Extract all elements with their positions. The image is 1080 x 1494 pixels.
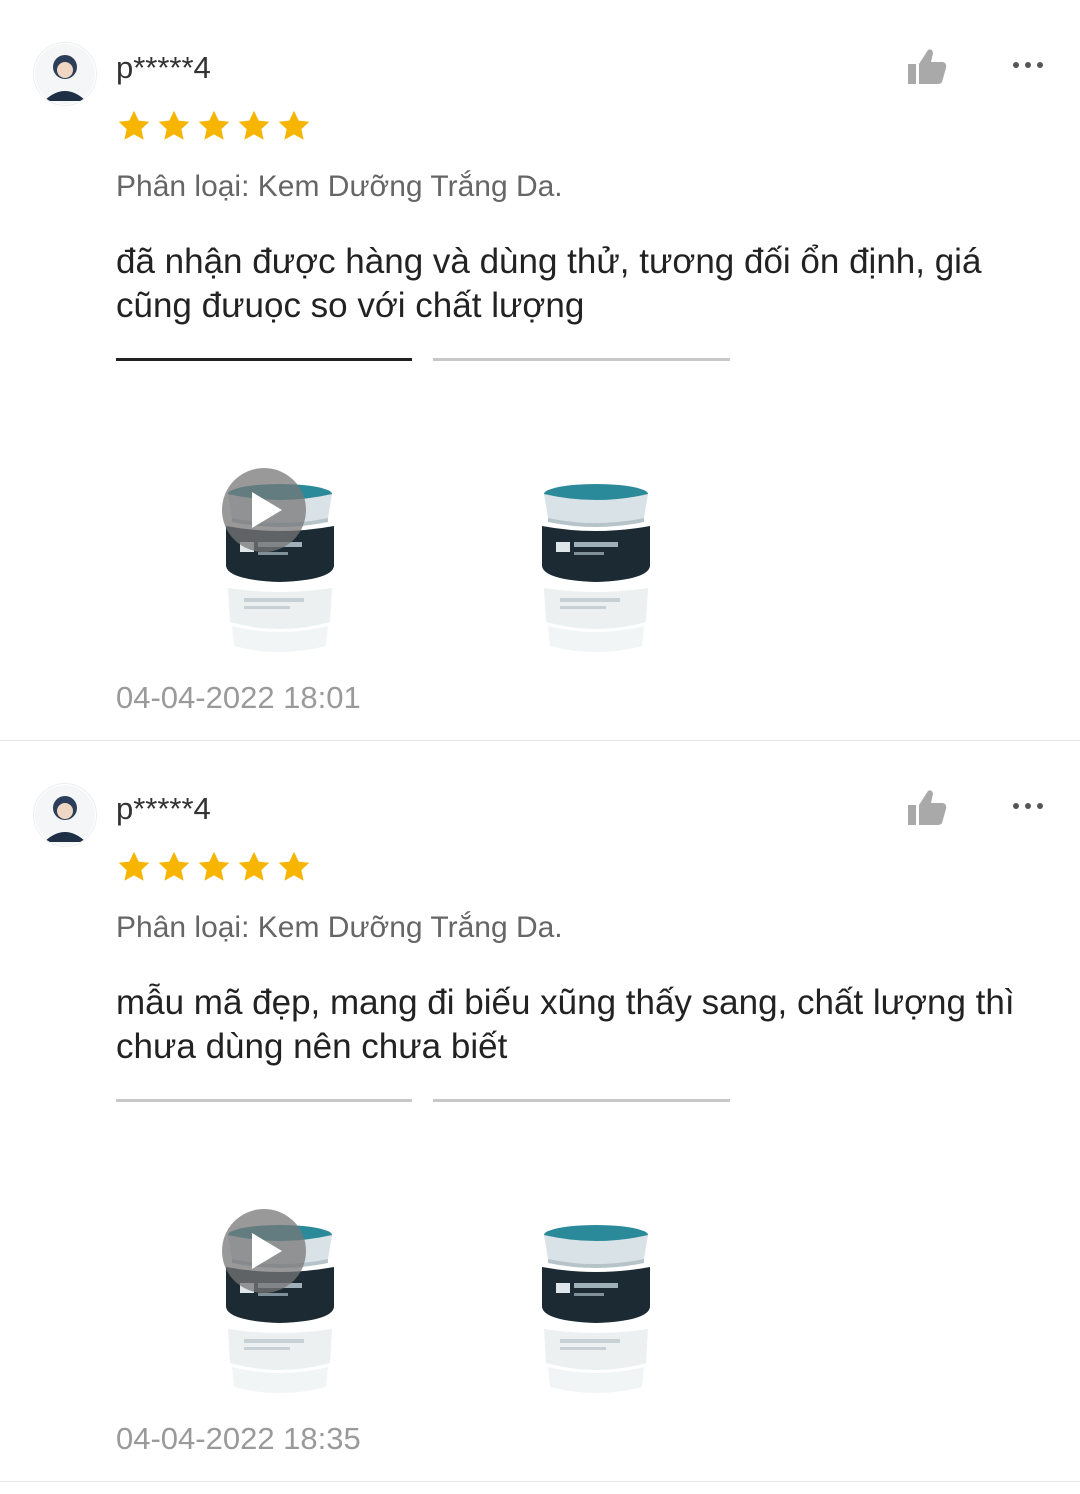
star-icon <box>116 108 152 144</box>
more-dots-icon[interactable] <box>1010 50 1046 80</box>
star-icon <box>236 849 272 885</box>
star-icon <box>196 849 232 885</box>
star-icon <box>276 108 312 144</box>
thumbs-up-icon[interactable] <box>906 787 948 827</box>
review-image-thumbnail[interactable] <box>480 1181 720 1411</box>
media-tab-indicator <box>433 358 730 361</box>
thumbs-up-icon[interactable] <box>906 46 948 86</box>
star-icon <box>196 108 232 144</box>
media-tab-indicator <box>116 358 412 361</box>
divider <box>0 1481 1080 1482</box>
review-comment: đã nhận được hàng và dùng thử, tương đối… <box>116 242 982 325</box>
more-dots-icon[interactable] <box>1010 791 1046 821</box>
product-variant: Phân loại: Kem Dưỡng Trắng Da. <box>116 170 563 203</box>
star-icon <box>276 849 312 885</box>
username: p*****4 <box>116 791 211 826</box>
review-timestamp: 04-04-2022 18:01 <box>116 680 361 715</box>
username: p*****4 <box>116 50 211 85</box>
star-icon <box>156 108 192 144</box>
review-video-thumbnail[interactable] <box>160 1181 400 1411</box>
product-variant: Phân loại: Kem Dưỡng Trắng Da. <box>116 911 563 944</box>
review-timestamp: 04-04-2022 18:35 <box>116 1421 361 1456</box>
avatar[interactable] <box>33 783 97 847</box>
review-image-thumbnail[interactable] <box>480 440 720 670</box>
rating-stars <box>116 108 312 144</box>
avatar[interactable] <box>33 42 97 106</box>
rating-stars <box>116 849 312 885</box>
media-tab-indicator <box>116 1099 412 1102</box>
review-comment: mẫu mã đẹp, mang đi biếu xũng thấy sang,… <box>116 983 1015 1066</box>
review-card: p*****4 Phân loại: Kem Dưỡng Trắng Da. m… <box>0 741 1080 1481</box>
star-icon <box>236 108 272 144</box>
star-icon <box>156 849 192 885</box>
review-card: p*****4 Phân loại: Kem Dưỡng Trắng Da. đ… <box>0 0 1080 740</box>
review-video-thumbnail[interactable] <box>160 440 400 670</box>
star-icon <box>116 849 152 885</box>
media-tab-indicator <box>433 1099 730 1102</box>
